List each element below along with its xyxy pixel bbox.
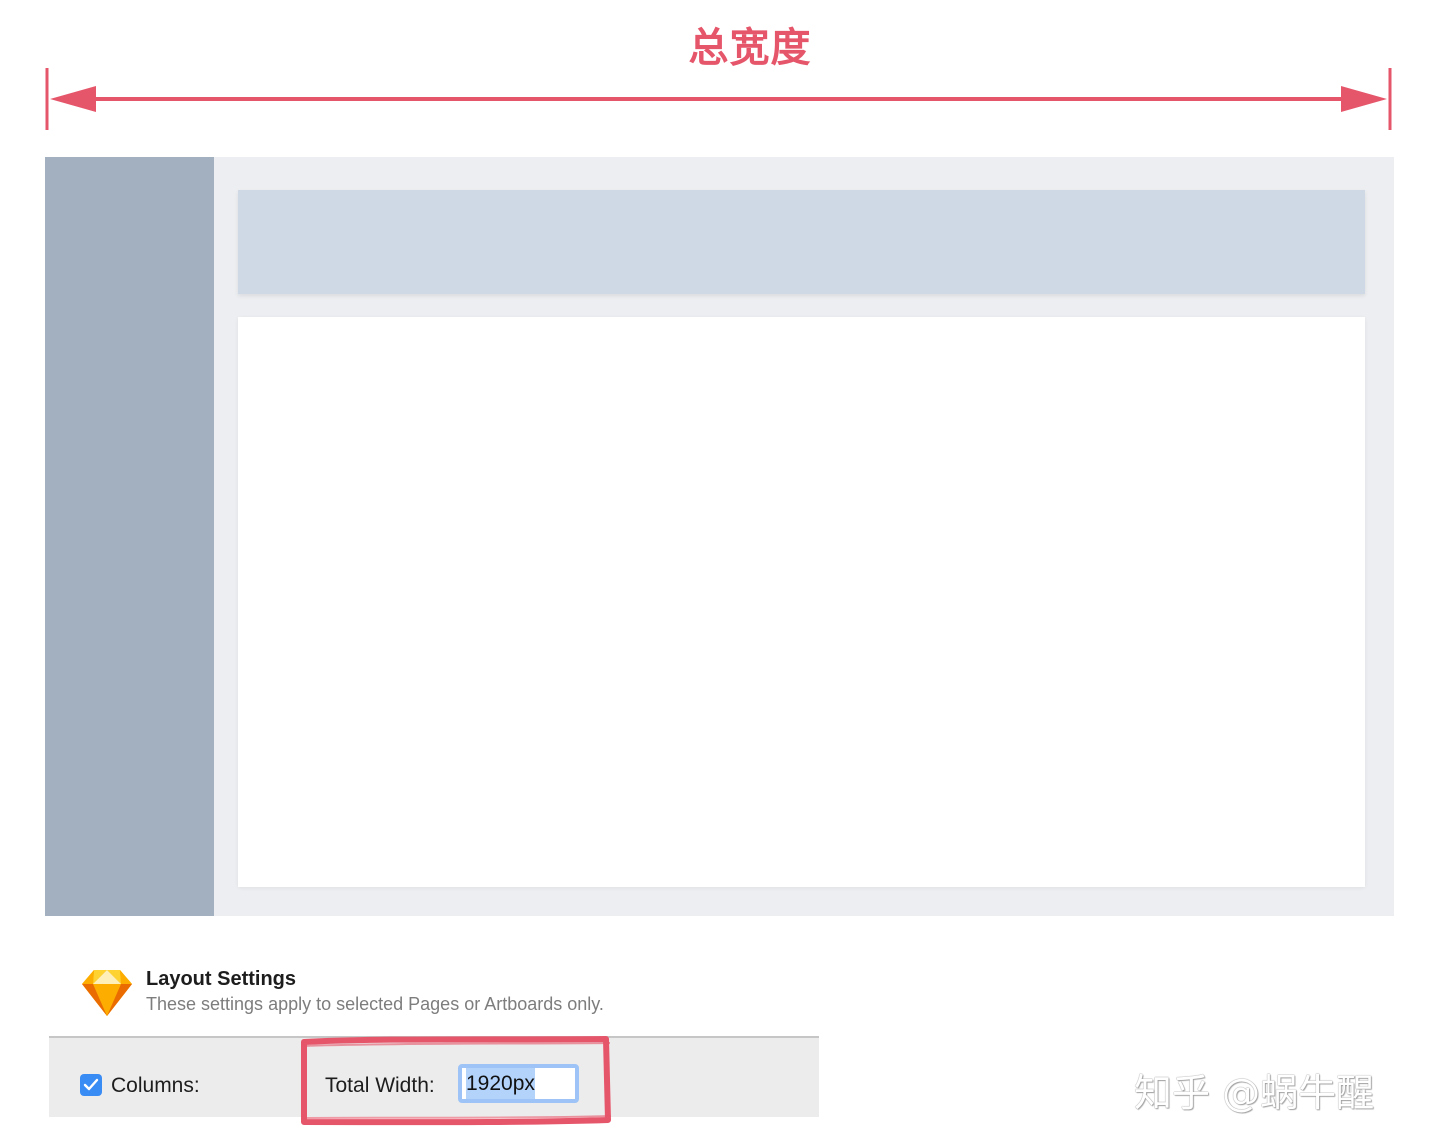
figure: 总宽度 Layout Settings These settings apply…	[0, 0, 1440, 1146]
layout-settings-header: Layout Settings These settings apply to …	[80, 962, 840, 1022]
checkmark-icon	[83, 1078, 99, 1091]
sketch-diamond-icon	[82, 970, 132, 1016]
mockup-header	[238, 190, 1365, 294]
settings-subtitle: These settings apply to selected Pages o…	[146, 994, 604, 1014]
columns-checkbox[interactable]	[80, 1074, 102, 1096]
width-arrow	[45, 68, 1392, 130]
mockup-sidebar	[45, 157, 214, 916]
layout-mockup	[45, 157, 1394, 916]
mockup-content	[238, 317, 1365, 887]
columns-label: Columns:	[111, 1074, 200, 1097]
watermark: 知乎 @蜗牛醒	[1134, 1071, 1375, 1115]
settings-title: Layout Settings	[146, 968, 297, 990]
highlight-box	[300, 1036, 612, 1126]
